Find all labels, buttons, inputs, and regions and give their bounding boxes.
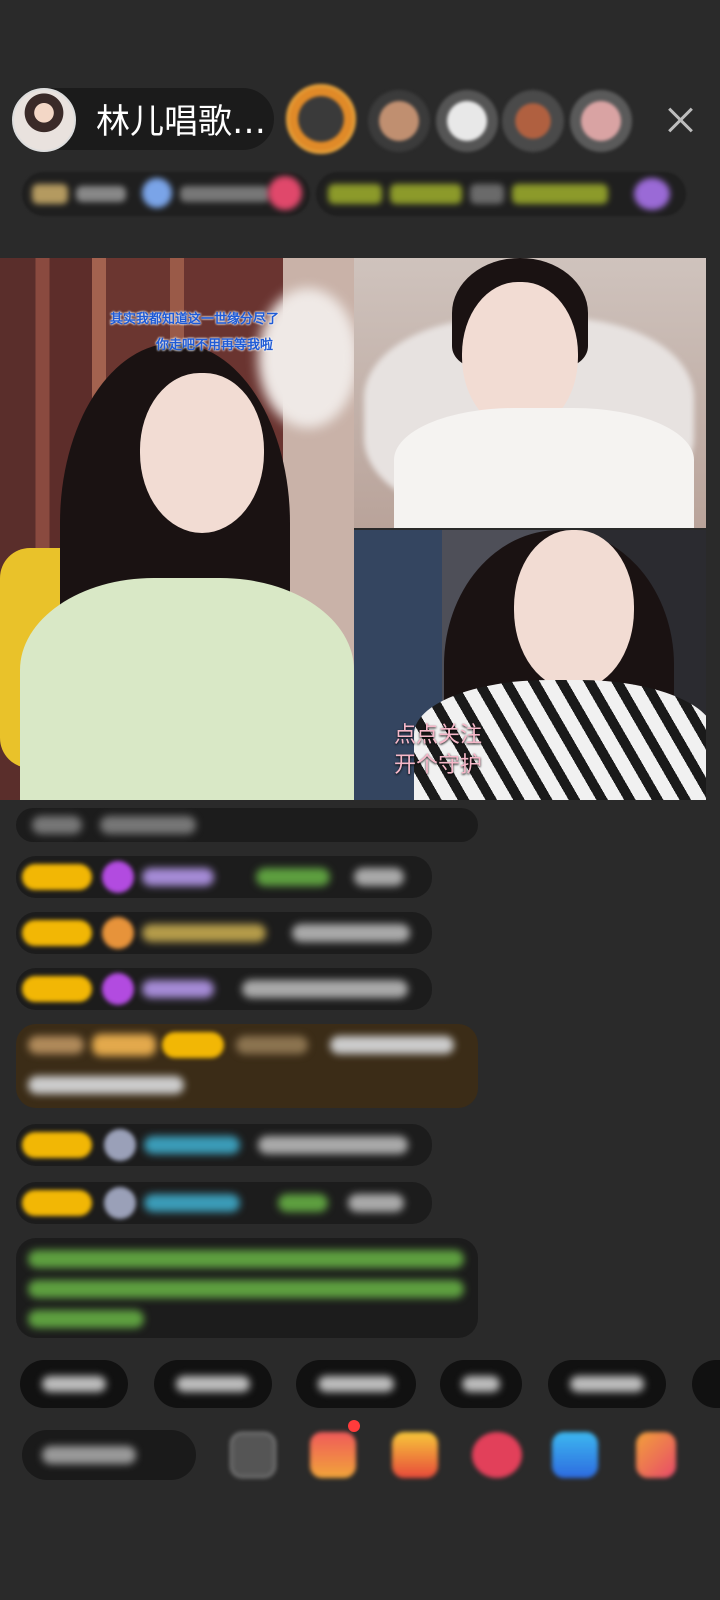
gift-icon[interactable] — [392, 1432, 438, 1478]
caption-guard: 开个守护 — [394, 753, 483, 778]
quick-reply-button[interactable] — [692, 1360, 720, 1408]
viewer-avatar[interactable] — [436, 90, 498, 152]
viewer-avatar[interactable] — [368, 90, 430, 152]
chat-message[interactable] — [16, 1182, 432, 1224]
chat-notice — [16, 1238, 478, 1338]
chat-message[interactable] — [16, 856, 432, 898]
guest-video-panel-1[interactable] — [354, 258, 706, 528]
tag-info-bar[interactable] — [316, 172, 686, 216]
viewer-avatar[interactable] — [570, 90, 632, 152]
caption-follow: 点点关注 — [394, 723, 483, 748]
quick-reply-button[interactable] — [296, 1360, 416, 1408]
chat-input[interactable] — [22, 1430, 196, 1480]
quick-reply-button[interactable] — [548, 1360, 666, 1408]
chat-system-message — [16, 808, 478, 842]
top-viewer-avatar[interactable] — [286, 84, 356, 154]
lyric-line-1: 其实我都知道这一世缘分尽了 — [110, 312, 280, 327]
quick-reply-button[interactable] — [440, 1360, 522, 1408]
chat-message[interactable] — [16, 968, 432, 1010]
more-icon[interactable] — [636, 1432, 676, 1478]
gift-box-icon[interactable] — [310, 1432, 356, 1478]
interact-icon[interactable] — [552, 1432, 598, 1478]
guest-video-panel-2[interactable]: 点点关注 开个守护 — [354, 530, 706, 800]
quick-reply-button[interactable] — [154, 1360, 272, 1408]
host-name[interactable]: 林儿唱歌… — [96, 102, 266, 142]
chat-message-highlight[interactable] — [16, 1024, 478, 1108]
notification-dot — [348, 1420, 360, 1432]
close-icon[interactable] — [660, 100, 700, 140]
emoji-icon[interactable] — [230, 1432, 276, 1478]
chat-message[interactable] — [16, 1124, 432, 1166]
host-avatar[interactable] — [12, 88, 76, 152]
main-video-panel[interactable]: 其实我都知道这一世缘分尽了 你走吧不用再等我啦 — [0, 258, 354, 800]
rank-info-bar[interactable] — [22, 172, 310, 216]
viewer-avatar[interactable] — [502, 90, 564, 152]
game-icon[interactable] — [472, 1432, 522, 1478]
chat-message[interactable] — [16, 912, 432, 954]
quick-reply-button[interactable] — [20, 1360, 128, 1408]
lyric-line-2: 你走吧不用再等我啦 — [156, 338, 274, 353]
